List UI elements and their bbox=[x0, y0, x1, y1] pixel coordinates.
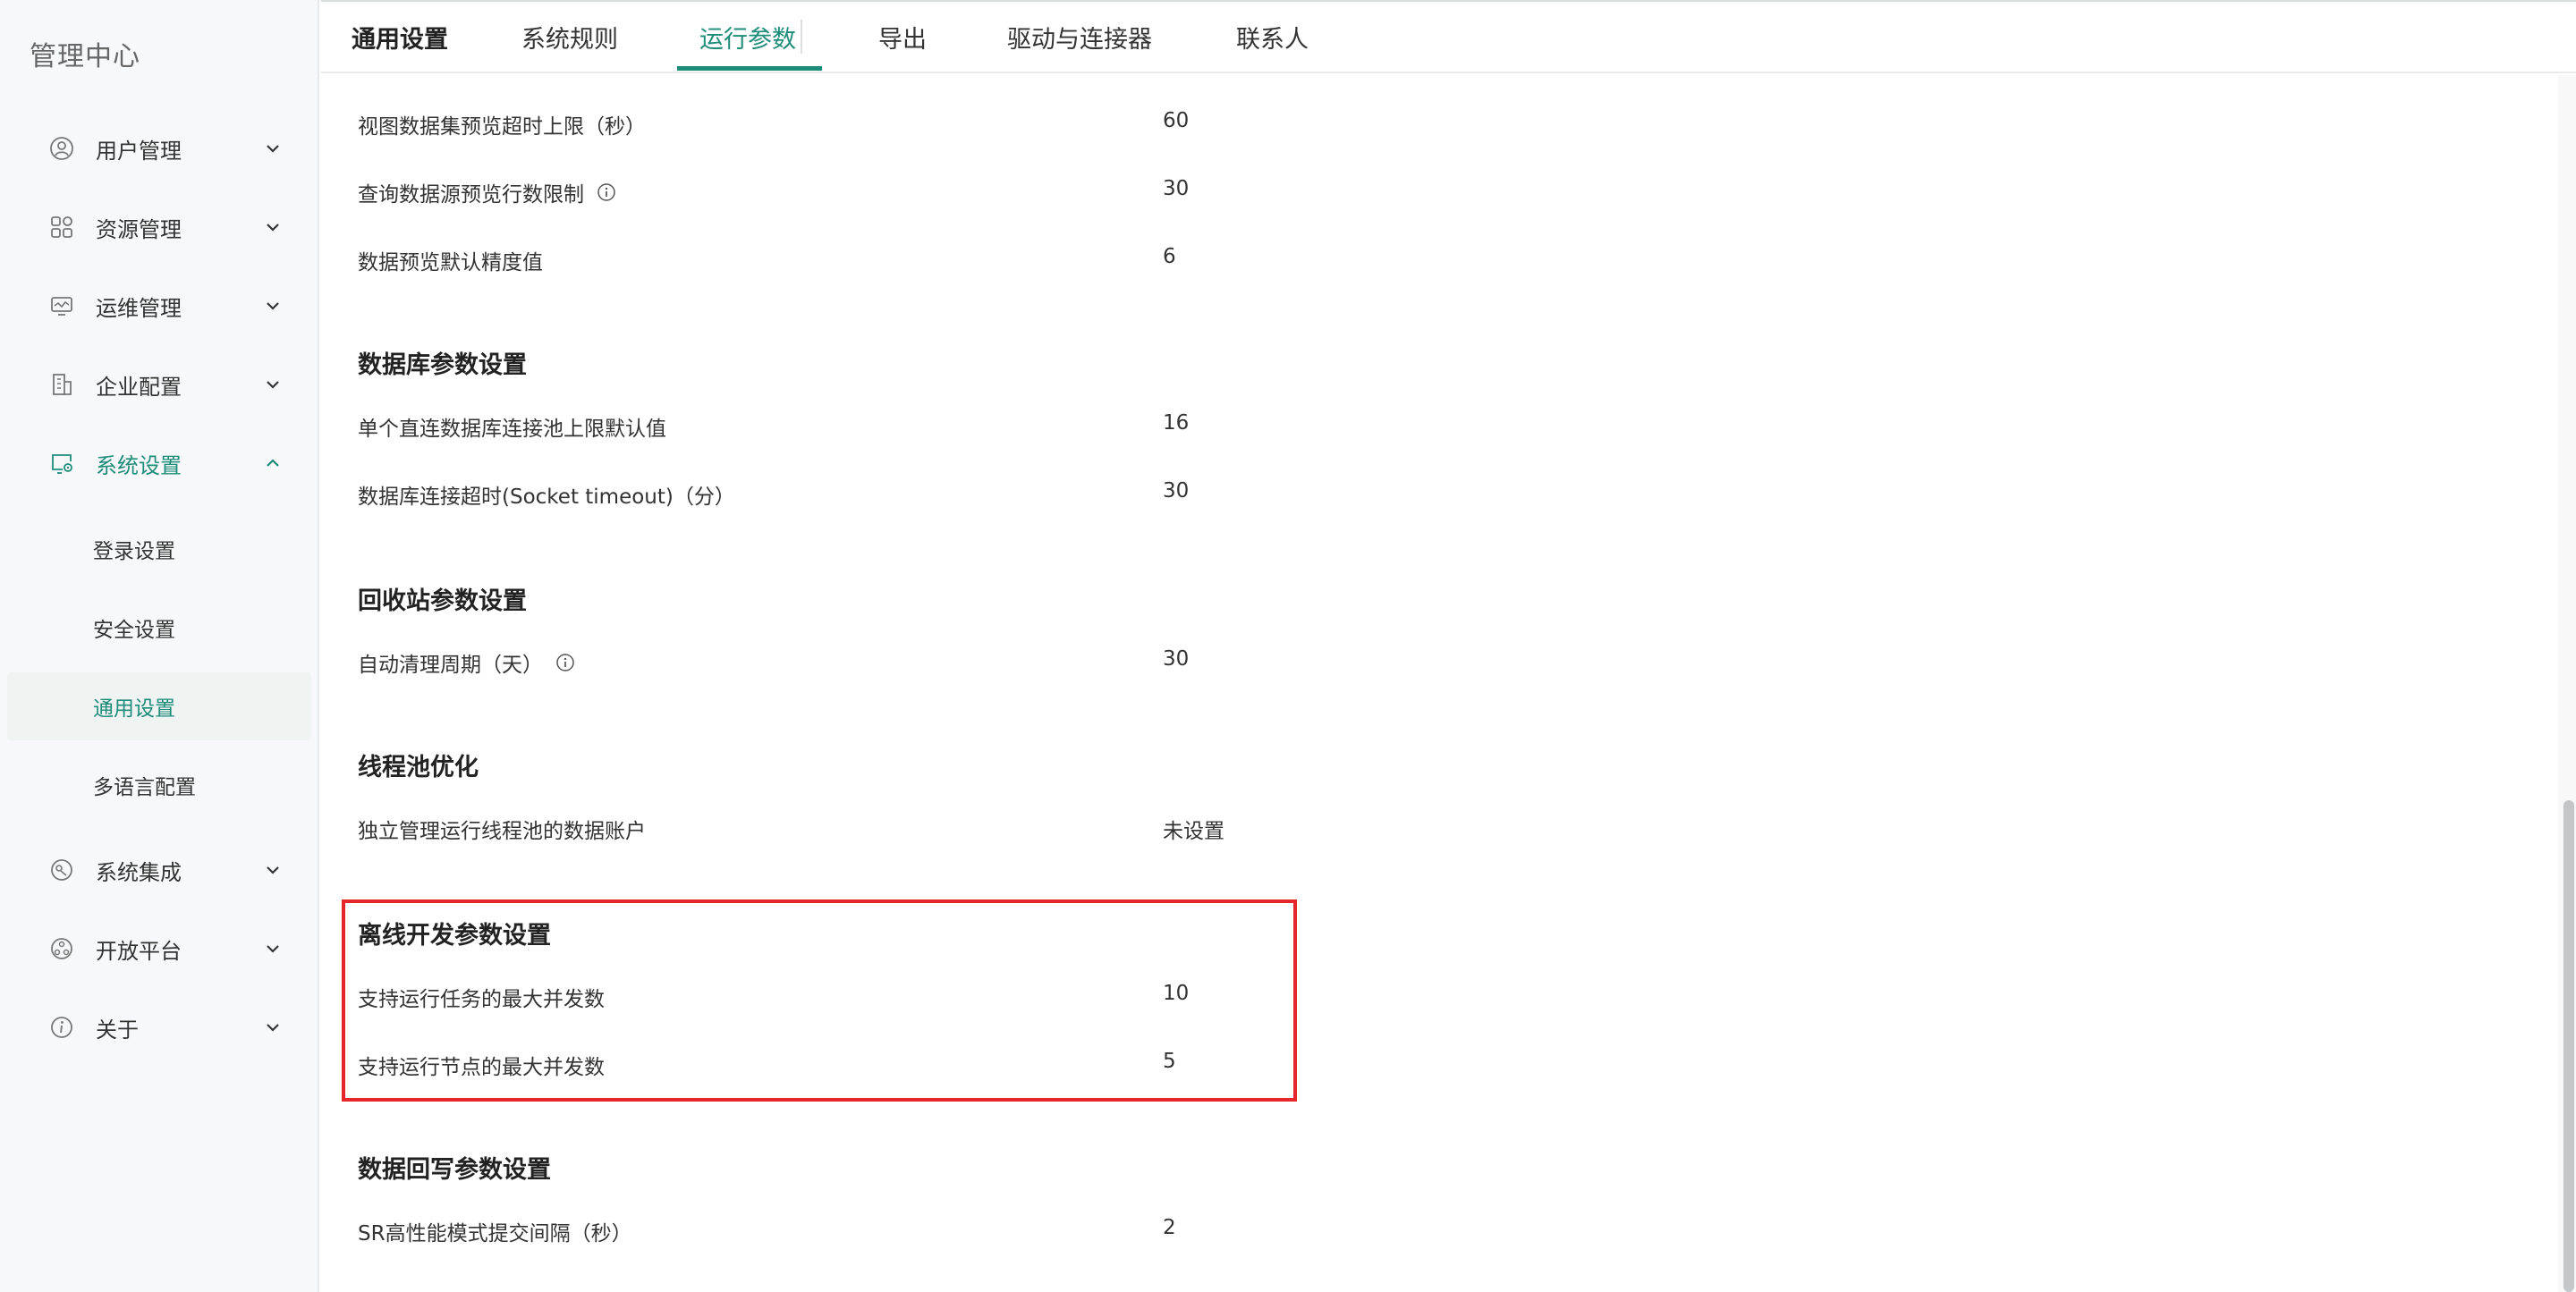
sidebar-item-label: 关于 bbox=[96, 1017, 139, 1043]
setting-value: 2 bbox=[1163, 1216, 1176, 1239]
setting-value: 6 bbox=[1163, 245, 1176, 268]
setting-label-wrap: 自动清理周期（天） bbox=[358, 647, 575, 678]
tab-system-rules[interactable]: 系统规则 bbox=[521, 20, 618, 55]
sidebar-subitem-general-settings[interactable]: 通用设置 bbox=[7, 672, 311, 740]
sidebar-subitem-security-settings[interactable]: 安全设置 bbox=[0, 594, 319, 662]
sidebar-subitem-label: 通用设置 bbox=[93, 697, 175, 721]
sidebar-subitem-label: 登录设置 bbox=[93, 540, 175, 563]
sidebar-item-ops-management[interactable]: 运维管理 bbox=[0, 277, 319, 334]
setting-label: 单个直连数据库连接池上限默认值 bbox=[358, 418, 666, 441]
info-circle-icon[interactable] bbox=[597, 182, 616, 202]
section-title-recycle: 回收站参数设置 bbox=[358, 587, 527, 615]
sidebar-item-about[interactable]: 关于 bbox=[0, 999, 319, 1056]
chevron-down-icon bbox=[267, 381, 279, 389]
chevron-down-icon bbox=[267, 224, 279, 232]
monitor-icon bbox=[48, 292, 75, 319]
setting-label: 查询数据源预览行数限制 bbox=[358, 183, 584, 207]
integration-icon bbox=[48, 857, 75, 883]
settings-content: 视图数据集预览超时上限（秒） 60 查询数据源预览行数限制 30 数据预览默认精… bbox=[321, 75, 2539, 1292]
sidebar-subitem-label: 多语言配置 bbox=[93, 776, 196, 799]
chevron-down-icon bbox=[267, 302, 279, 310]
sidebar: 管理中心 用户管理 资源管理 运维管理 企业配置 系统设置 登录设置 安全设置 … bbox=[0, 0, 319, 1292]
setting-value: 30 bbox=[1163, 177, 1190, 200]
setting-label: 自动清理周期（天） bbox=[358, 654, 543, 677]
tab-section-title: 通用设置 bbox=[352, 26, 448, 54]
sidebar-item-system-settings[interactable]: 系统设置 bbox=[0, 435, 319, 492]
setting-row: SR高性能模式提交间隔（秒） 2 bbox=[358, 1216, 1610, 1252]
sidebar-item-label: 系统集成 bbox=[96, 859, 182, 885]
sidebar-item-label: 企业配置 bbox=[96, 374, 182, 400]
setting-value: 30 bbox=[1163, 647, 1190, 671]
setting-value: 16 bbox=[1163, 411, 1190, 435]
building-icon bbox=[48, 371, 75, 398]
active-tab-indicator bbox=[677, 66, 822, 71]
sidebar-title: 管理中心 bbox=[30, 41, 140, 72]
setting-row: 自动清理周期（天） 30 bbox=[358, 647, 1610, 683]
setting-label: 数据库连接超时(Socket timeout)（分） bbox=[358, 486, 735, 509]
sidebar-item-label: 开放平台 bbox=[96, 938, 182, 964]
sidebar-subitem-language-config[interactable]: 多语言配置 bbox=[0, 751, 319, 819]
sidebar-item-label: 运维管理 bbox=[96, 295, 182, 321]
setting-row: 数据预览默认精度值 6 bbox=[358, 245, 1610, 281]
sidebar-subitem-label: 安全设置 bbox=[93, 619, 175, 642]
info-icon bbox=[48, 1014, 75, 1041]
setting-row: 查询数据源预览行数限制 30 bbox=[358, 177, 1610, 213]
setting-row: 数据库连接超时(Socket timeout)（分） 30 bbox=[358, 479, 1610, 515]
setting-label: 视图数据集预览超时上限（秒） bbox=[358, 115, 646, 139]
chevron-down-icon bbox=[267, 866, 279, 874]
sidebar-item-label: 用户管理 bbox=[96, 138, 182, 164]
setting-label: 独立管理运行线程池的数据账户 bbox=[358, 820, 646, 843]
sidebar-item-label: 系统设置 bbox=[96, 452, 182, 478]
chevron-down-icon bbox=[267, 145, 279, 153]
tab-drivers-connectors[interactable]: 驱动与连接器 bbox=[1007, 20, 1152, 55]
tab-export[interactable]: 导出 bbox=[878, 20, 927, 55]
tab-divider bbox=[801, 20, 802, 54]
sidebar-subitem-login-settings[interactable]: 登录设置 bbox=[0, 515, 319, 583]
tab-runtime-params[interactable]: 运行参数 bbox=[699, 20, 796, 55]
sidebar-item-enterprise-config[interactable]: 企业配置 bbox=[0, 356, 319, 413]
sidebar-item-resource-management[interactable]: 资源管理 bbox=[0, 198, 319, 256]
setting-value: 30 bbox=[1163, 479, 1190, 502]
sidebar-item-user-management[interactable]: 用户管理 bbox=[0, 120, 319, 177]
sidebar-item-system-integration[interactable]: 系统集成 bbox=[0, 841, 319, 899]
grid-icon bbox=[48, 214, 75, 241]
sidebar-item-label: 资源管理 bbox=[96, 216, 182, 242]
sidebar-item-open-platform[interactable]: 开放平台 bbox=[0, 920, 319, 977]
setting-value: 60 bbox=[1163, 109, 1190, 132]
scrollbar-thumb[interactable] bbox=[2563, 800, 2574, 1292]
section-title-writeback: 数据回写参数设置 bbox=[358, 1156, 551, 1184]
tab-contacts[interactable]: 联系人 bbox=[1236, 20, 1309, 55]
setting-row: 独立管理运行线程池的数据账户 未设置 bbox=[358, 814, 1610, 849]
highlight-box bbox=[342, 899, 1297, 1102]
info-circle-icon[interactable] bbox=[555, 653, 575, 672]
section-title-threadpool: 线程池优化 bbox=[358, 754, 479, 781]
setting-row: 视图数据集预览超时上限（秒） 60 bbox=[358, 109, 1610, 145]
open-platform-icon bbox=[48, 935, 75, 962]
chevron-up-icon bbox=[267, 459, 279, 467]
setting-label-wrap: 查询数据源预览行数限制 bbox=[358, 177, 616, 207]
setting-label: 数据预览默认精度值 bbox=[358, 251, 543, 274]
chevron-down-icon bbox=[267, 945, 279, 953]
setting-label: SR高性能模式提交间隔（秒） bbox=[358, 1222, 632, 1246]
section-title-database: 数据库参数设置 bbox=[358, 351, 527, 379]
setting-row: 单个直连数据库连接池上限默认值 16 bbox=[358, 411, 1610, 447]
chevron-down-icon bbox=[267, 1024, 279, 1032]
setting-value: 未设置 bbox=[1163, 820, 1224, 843]
settings-monitor-icon bbox=[48, 450, 75, 477]
user-icon bbox=[48, 135, 75, 162]
tab-bar: 通用设置 系统规则 运行参数 导出 驱动与连接器 联系人 bbox=[321, 0, 2576, 73]
